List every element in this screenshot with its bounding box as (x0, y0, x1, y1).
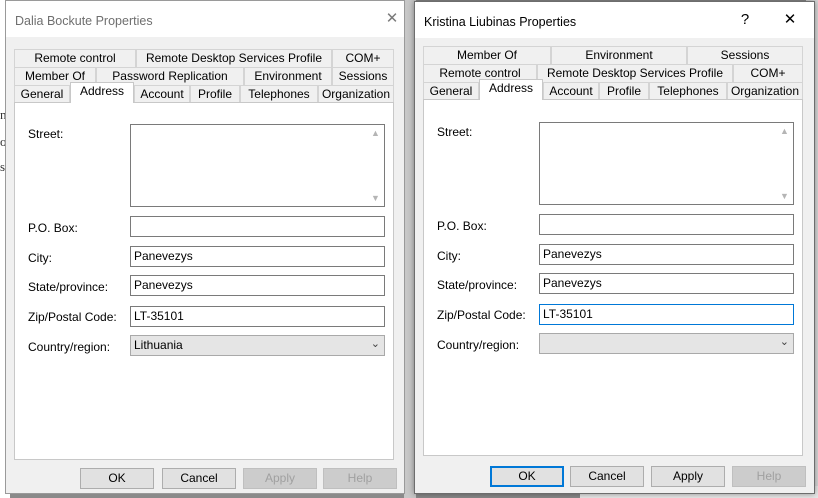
tab-general[interactable]: General (14, 85, 70, 103)
help-button[interactable]: Help (732, 466, 806, 487)
dialog-title: Kristina Liubinas Properties (424, 15, 577, 29)
close-icon[interactable]: ✕ (776, 7, 804, 33)
po-box-input[interactable] (539, 214, 794, 235)
tab-remote-desktop-services-profile[interactable]: Remote Desktop Services Profile (136, 49, 332, 67)
address-tab-panel: Street: ▲ ▼ P.O. Box: City: Panevezys St… (423, 99, 803, 456)
tab-general[interactable]: General (423, 82, 479, 100)
tab-com-plus[interactable]: COM+ (332, 49, 394, 67)
tab-remote-control[interactable]: Remote control (14, 49, 136, 67)
ok-button[interactable]: OK (80, 468, 154, 489)
close-icon[interactable]: ✕ (378, 6, 406, 32)
street-scrollbar[interactable]: ▲ ▼ (367, 125, 384, 206)
chevron-down-icon: ⌄ (370, 338, 380, 350)
apply-button[interactable]: Apply (651, 466, 725, 487)
chevron-down-icon: ⌄ (779, 336, 789, 348)
scroll-up-icon[interactable]: ▲ (371, 128, 380, 138)
title-bar: Kristina Liubinas Properties ? ✕ (415, 2, 814, 38)
po-box-label: P.O. Box: (437, 219, 487, 233)
ok-button[interactable]: OK (490, 466, 564, 487)
po-box-label: P.O. Box: (28, 221, 78, 235)
help-button[interactable]: Help (323, 468, 397, 489)
state-input[interactable]: Panevezys (130, 275, 385, 296)
tab-address[interactable]: Address (479, 79, 543, 100)
city-label: City: (28, 251, 52, 265)
properties-dialog-dalia: Dalia Bockute Properties ✕ Remote contro… (5, 0, 405, 494)
tab-row-1: Remote control Remote Desktop Services P… (14, 49, 394, 67)
country-dropdown[interactable]: ⌄ (539, 333, 794, 354)
scroll-down-icon[interactable]: ▼ (780, 191, 789, 201)
tab-address[interactable]: Address (70, 82, 134, 103)
tab-row-3: General Address Account Profile Telephon… (14, 82, 394, 103)
street-scrollbar[interactable]: ▲ ▼ (776, 123, 793, 204)
tab-member-of[interactable]: Member Of (423, 46, 551, 64)
tab-organization[interactable]: Organization (727, 82, 803, 100)
scroll-up-icon[interactable]: ▲ (780, 126, 789, 136)
tab-telephones[interactable]: Telephones (649, 82, 727, 100)
city-label: City: (437, 249, 461, 263)
tab-profile[interactable]: Profile (599, 82, 649, 100)
title-bar: Dalia Bockute Properties ✕ (6, 1, 404, 37)
tab-environment[interactable]: Environment (551, 46, 687, 64)
zip-label: Zip/Postal Code: (437, 308, 526, 322)
po-box-input[interactable] (130, 216, 385, 237)
country-label: Country/region: (437, 338, 520, 352)
tab-account[interactable]: Account (543, 82, 599, 100)
tab-remote-desktop-services-profile[interactable]: Remote Desktop Services Profile (537, 64, 733, 82)
country-dropdown[interactable]: Lithuania ⌄ (130, 335, 385, 356)
tab-organization[interactable]: Organization (318, 85, 394, 103)
country-value: Lithuania (134, 338, 183, 352)
tab-row-1: Member Of Environment Sessions (423, 46, 803, 64)
street-textarea[interactable]: ▲ ▼ (539, 122, 794, 205)
state-input[interactable]: Panevezys (539, 273, 794, 294)
address-tab-panel: Street: ▲ ▼ P.O. Box: City: Panevezys St… (14, 102, 394, 460)
dialog-title: Dalia Bockute Properties (15, 14, 153, 28)
tab-profile[interactable]: Profile (190, 85, 240, 103)
street-label: Street: (28, 127, 64, 141)
tab-row-3: General Address Account Profile Telephon… (423, 79, 803, 100)
street-textarea[interactable]: ▲ ▼ (130, 124, 385, 207)
state-label: State/province: (437, 278, 518, 292)
country-label: Country/region: (28, 340, 111, 354)
zip-input[interactable]: LT-35101 (539, 304, 794, 325)
tab-sessions[interactable]: Sessions (332, 67, 394, 85)
scroll-down-icon[interactable]: ▼ (371, 193, 380, 203)
city-input[interactable]: Panevezys (130, 246, 385, 267)
cancel-button[interactable]: Cancel (162, 468, 236, 489)
apply-button[interactable]: Apply (243, 468, 317, 489)
tab-account[interactable]: Account (134, 85, 190, 103)
tab-com-plus[interactable]: COM+ (733, 64, 803, 82)
state-label: State/province: (28, 280, 109, 294)
properties-dialog-kristina: Kristina Liubinas Properties ? ✕ Member … (414, 1, 815, 494)
tab-environment[interactable]: Environment (244, 67, 332, 85)
tab-sessions[interactable]: Sessions (687, 46, 803, 64)
help-icon[interactable]: ? (731, 7, 759, 33)
street-label: Street: (437, 125, 473, 139)
tab-telephones[interactable]: Telephones (240, 85, 318, 103)
zip-label: Zip/Postal Code: (28, 310, 117, 324)
city-input[interactable]: Panevezys (539, 244, 794, 265)
cancel-button[interactable]: Cancel (570, 466, 644, 487)
zip-input[interactable]: LT-35101 (130, 306, 385, 327)
